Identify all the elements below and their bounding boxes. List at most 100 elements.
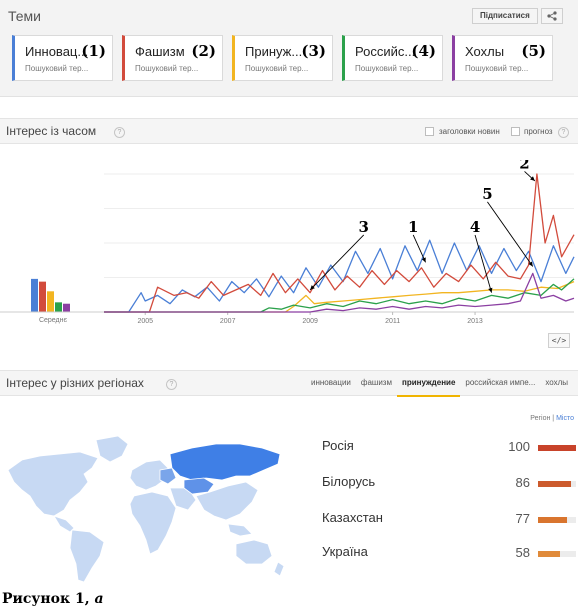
- region-bar: [538, 517, 568, 523]
- average-bar: [47, 291, 54, 312]
- region-city-toggle: Регіон | Місто: [530, 415, 574, 422]
- topic-card-2[interactable]: Фашизм Пошуковий тер... (2): [122, 35, 223, 81]
- map-new-zealand: [273, 561, 285, 577]
- topics-title: Теми: [8, 8, 41, 24]
- interest-by-region-title: Інтерес у різних регіонах: [6, 376, 144, 390]
- annotation-label: 4: [470, 218, 480, 236]
- x-tick-label: 2011: [385, 318, 400, 325]
- map-belarus-ukraine: [159, 467, 177, 485]
- help-icon[interactable]: ?: [166, 379, 177, 390]
- map-africa: [129, 491, 177, 555]
- map-kazakhstan: [183, 477, 215, 495]
- forecast-label: прогноз: [524, 127, 553, 136]
- region-value: 58: [515, 545, 530, 560]
- map-south-america: [69, 529, 105, 583]
- tab-khokhly[interactable]: хохлы: [540, 378, 573, 397]
- average-bar: [63, 303, 70, 312]
- x-tick-label: 2005: [137, 318, 153, 325]
- tab-fascism[interactable]: фашизм: [356, 378, 397, 397]
- topic-number: (4): [411, 42, 436, 60]
- annotation-label: 1: [408, 218, 418, 236]
- interest-over-time-header: Інтерес із часом ? заголовки новин прогн…: [0, 118, 578, 144]
- map-central-america: [53, 515, 75, 533]
- region-bar: [538, 445, 576, 451]
- topic-type: Пошуковий тер...: [245, 64, 309, 73]
- x-tick-label: 2013: [467, 318, 483, 325]
- toggle-region[interactable]: Регіон: [530, 415, 550, 422]
- interest-over-time-chart: Середнє 2005 2007 2009 2011 2013 1 2 3 45: [0, 160, 575, 325]
- region-name: Україна: [322, 544, 368, 559]
- topic-type: Пошуковий тер...: [465, 64, 529, 73]
- map-greenland: [95, 435, 129, 463]
- topic-number: (2): [191, 42, 216, 60]
- topic-name: Хохлы: [465, 44, 505, 59]
- world-map[interactable]: [0, 430, 290, 588]
- region-row[interactable]: Білорусь 86: [322, 472, 578, 496]
- region-row[interactable]: Україна 58: [322, 542, 578, 566]
- region-name: Білорусь: [322, 474, 376, 489]
- embed-button[interactable]: </>: [548, 333, 570, 348]
- average-label: Середнє: [39, 317, 68, 324]
- topics-section: Теми Підписатися Инновац... Пошуковий те…: [0, 0, 578, 97]
- region-bar: [538, 551, 561, 557]
- interest-over-time-title: Інтерес із часом: [6, 124, 97, 138]
- topic-number: (3): [301, 42, 326, 60]
- help-icon[interactable]: ?: [558, 127, 569, 138]
- interest-by-region-header: Інтерес у різних регіонах ? инновации фа…: [0, 370, 578, 397]
- region-value: 86: [515, 475, 530, 490]
- forecast-checkbox[interactable]: [511, 127, 520, 136]
- topic-card-4[interactable]: Российс... Пошуковий тер... (4): [342, 35, 443, 81]
- x-tick-label: 2007: [220, 318, 236, 325]
- caption-text: Рисунок 1,: [2, 591, 90, 607]
- topic-name: Фашизм: [135, 44, 185, 59]
- map-southeast-asia: [227, 523, 253, 537]
- annotation-label: 3: [359, 218, 369, 236]
- map-australia: [235, 539, 273, 565]
- topic-type: Пошуковий тер...: [25, 64, 89, 73]
- x-axis-ticks: 2005 2007 2009 2011 2013: [137, 312, 483, 325]
- chart-annotations: 1 2 3 45: [309, 160, 536, 293]
- topic-card-1[interactable]: Инновац... Пошуковий тер... (1): [12, 35, 113, 81]
- share-icon: [547, 11, 557, 21]
- region-value: 100: [508, 439, 530, 454]
- toggle-city[interactable]: Місто: [556, 415, 574, 422]
- topic-type: Пошуковий тер...: [135, 64, 199, 73]
- region-term-tabs: инновации фашизм принуждение российская …: [306, 378, 573, 397]
- map-north-america: [7, 451, 99, 517]
- topic-name: Инновац...: [25, 44, 89, 59]
- topic-card-3[interactable]: Принуж... Пошуковий тер... (3): [232, 35, 333, 81]
- topic-number: (5): [521, 42, 546, 60]
- topic-type: Пошуковий тер...: [355, 64, 419, 73]
- average-bar: [31, 278, 38, 312]
- region-bar: [538, 481, 571, 487]
- share-button[interactable]: [541, 8, 563, 24]
- help-icon[interactable]: ?: [114, 127, 125, 138]
- tab-russian-empire[interactable]: российская импе...: [460, 378, 540, 397]
- annotation-label: 5: [482, 185, 492, 203]
- news-headlines-label: заголовки новин: [439, 127, 500, 136]
- topic-card-5[interactable]: Хохлы Пошуковий тер... (5): [452, 35, 553, 81]
- toggle-separator: |: [552, 415, 555, 422]
- news-headlines-checkbox[interactable]: [425, 127, 434, 136]
- region-row[interactable]: Казахстан 77: [322, 508, 578, 532]
- region-name: Казахстан: [322, 510, 383, 525]
- caption-letter: а: [94, 591, 104, 607]
- region-row[interactable]: Росія 100: [322, 436, 578, 460]
- annotation-label: 2: [519, 160, 529, 172]
- map-russia: [169, 443, 281, 481]
- annotation-arrow: [487, 201, 534, 267]
- x-tick-label: 2009: [302, 318, 318, 325]
- topic-name: Принуж...: [245, 44, 303, 59]
- figure-caption: Рисунок 1, а: [2, 591, 104, 607]
- region-value: 77: [515, 511, 530, 526]
- region-name: Росія: [322, 438, 354, 453]
- average-bar: [39, 281, 46, 312]
- subscribe-button[interactable]: Підписатися: [472, 8, 538, 24]
- tab-coercion[interactable]: принуждение: [396, 378, 461, 397]
- average-bar: [55, 302, 62, 312]
- tab-innovation[interactable]: инновации: [306, 378, 356, 397]
- annotation-arrow: [412, 234, 426, 263]
- average-bars: [31, 278, 70, 312]
- topic-number: (1): [81, 42, 106, 60]
- annotation-arrow: [474, 234, 492, 293]
